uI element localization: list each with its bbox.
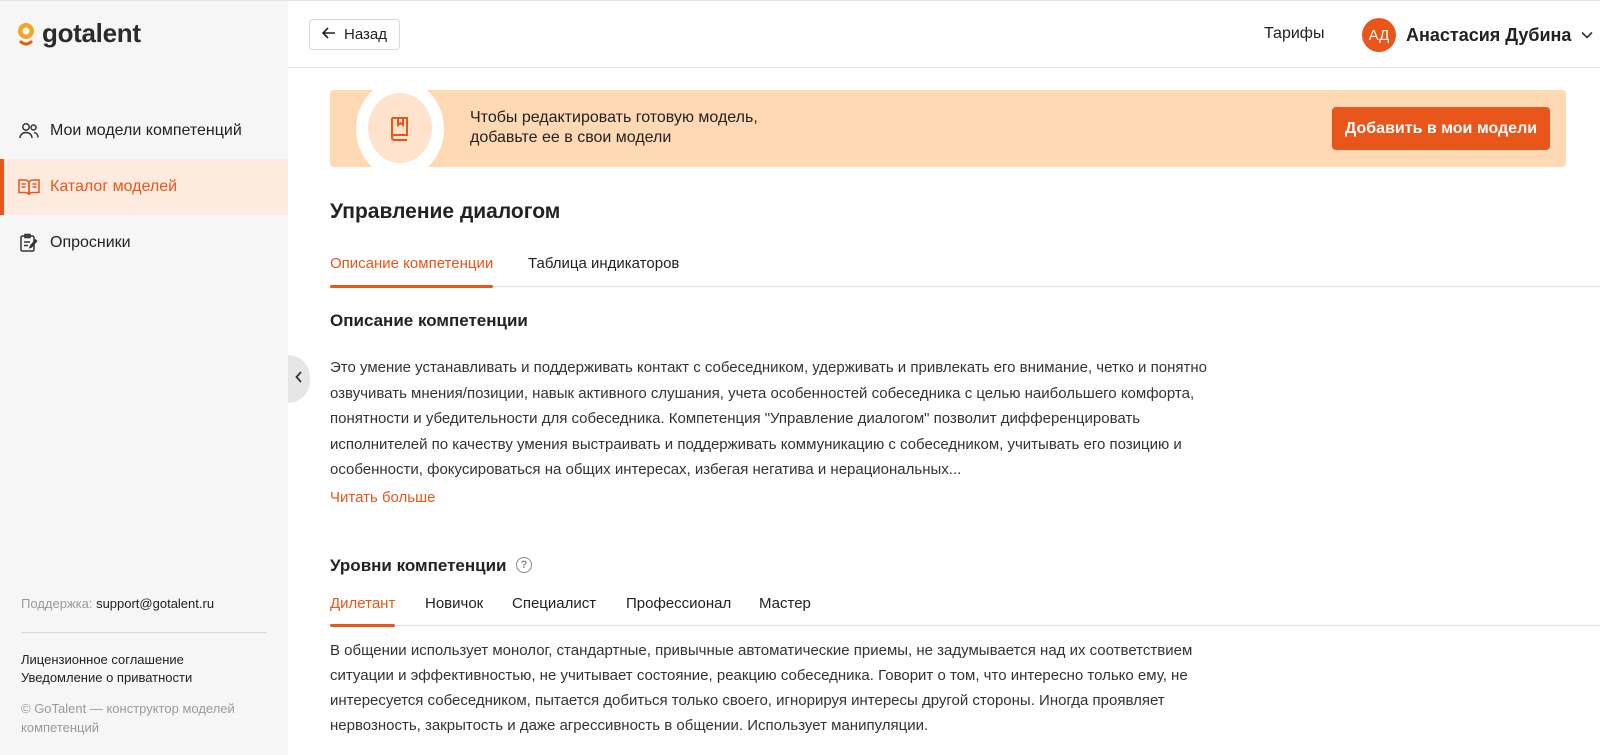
competence-tabs: Описание компетенции Таблица индикаторов [330, 255, 1600, 288]
tariffs-link[interactable]: Тарифы [1264, 25, 1324, 43]
license-link[interactable]: Лицензионное соглашение [21, 651, 192, 669]
levels-title: Уровни компетенции [330, 556, 507, 575]
description-title: Описание компетенции [330, 311, 528, 330]
survey-icon [18, 232, 40, 254]
edit-info-banner: Чтобы редактировать готовую модель, доба… [330, 90, 1566, 167]
book-open-icon [18, 176, 40, 198]
users-icon [18, 120, 40, 142]
top-header: Назад Тарифы АД Анастасия Дубина [288, 0, 1600, 68]
level-tab-novice[interactable]: Новичок [425, 595, 483, 626]
chevron-down-icon [1581, 26, 1593, 44]
sidebar-item-label: Мои модели компетенций [50, 122, 242, 139]
banner-line-1: Чтобы редактировать готовую модель, [470, 109, 758, 126]
privacy-link[interactable]: Уведомление о приватности [21, 669, 192, 687]
support-info: Поддержка: support@gotalent.ru [21, 596, 214, 611]
user-menu[interactable]: АД Анастасия Дубина [1362, 18, 1593, 52]
tab-description[interactable]: Описание компетенции [330, 255, 494, 288]
sidebar-item-surveys[interactable]: Опросники [0, 215, 288, 271]
back-button-label: Назад [344, 26, 387, 43]
sidebar-item-catalog[interactable]: Каталог моделей [0, 159, 288, 215]
sidebar-nav: Мои модели компетенций Каталог моделей О… [0, 103, 288, 271]
level-tab-specialist[interactable]: Специалист [512, 595, 596, 626]
book-icon [368, 93, 432, 163]
user-name: Анастасия Дубина [1406, 24, 1572, 45]
avatar: АД [1362, 18, 1396, 52]
back-button[interactable]: Назад [309, 19, 400, 50]
logo-icon [16, 21, 36, 47]
read-more-link[interactable]: Читать больше [330, 489, 436, 506]
level-tab-professional[interactable]: Профессионал [626, 595, 731, 626]
add-to-my-models-button[interactable]: Добавить в мои модели [1332, 107, 1550, 150]
description-text: Это умение устанавливать и поддерживать … [330, 359, 1207, 478]
sidebar-item-label: Каталог моделей [50, 178, 178, 195]
sidebar: gotalent Мои модели компетенций Каталог … [0, 0, 288, 755]
chevron-left-icon [295, 370, 303, 388]
banner-line-2: добавьте ее в свои модели [470, 129, 672, 146]
support-email-link[interactable]: support@gotalent.ru [96, 596, 214, 611]
logo-text: gotalent [42, 18, 141, 48]
collapse-sidebar-button[interactable] [288, 355, 310, 403]
banner-text: Чтобы редактировать готовую модель, доба… [470, 108, 810, 148]
logo[interactable]: gotalent [16, 18, 141, 49]
tab-indicators[interactable]: Таблица индикаторов [528, 255, 679, 287]
legal-links: Лицензионное соглашение Уведомление о пр… [21, 651, 192, 687]
sidebar-item-my-models[interactable]: Мои модели компетенций [0, 103, 288, 159]
level-description: В общении использует монолог, стандартны… [330, 642, 1193, 734]
level-tab-master[interactable]: Мастер [759, 595, 811, 626]
level-tab-dilettante[interactable]: Дилетант [330, 595, 396, 627]
level-tabs: Дилетант Новичок Специалист Профессионал… [330, 595, 1600, 627]
arrow-left-icon [321, 26, 336, 43]
help-icon[interactable]: ? [516, 557, 532, 573]
page-title: Управление диалогом [330, 200, 561, 223]
sidebar-item-label: Опросники [50, 234, 131, 251]
support-label: Поддержка: [21, 596, 93, 611]
copyright: © GoTalent — конструктор моделей компете… [21, 701, 235, 735]
sidebar-divider [21, 632, 267, 633]
